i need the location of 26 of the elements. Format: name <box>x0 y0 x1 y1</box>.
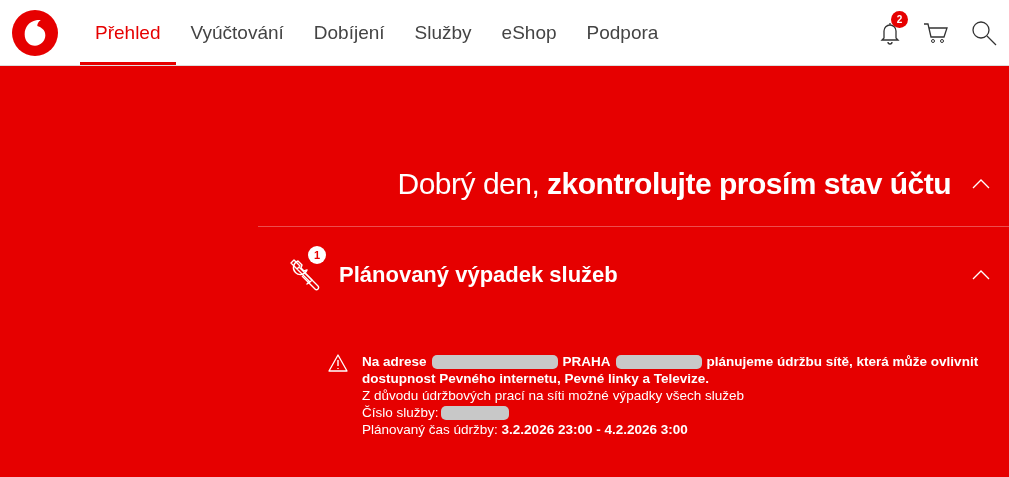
search-icon[interactable] <box>971 19 997 46</box>
chevron-icon[interactable] <box>971 178 991 190</box>
redaction-bar <box>440 405 509 420</box>
notice-text: Z důvodu údržbových prací na síti možné výpadky všech služeb <box>362 387 745 404</box>
nav-tab[interactable]: Dobíjení <box>298 0 400 65</box>
cart-icon[interactable] <box>923 20 949 45</box>
notification-badge: 2 <box>891 10 908 28</box>
chevron-icon[interactable] <box>971 269 991 281</box>
maintenance-time-value: 3.2.2026 23:00 - 4.2.2026 3:00 <box>501 421 688 438</box>
greeting-text: Dobrý den, <box>397 167 540 200</box>
notice-text: plánujeme údržbu sítě, která může ovlivnit <box>706 353 979 370</box>
account-check-heading: zkontrolujte prosím stav účtu <box>547 167 951 200</box>
notice-text: PRAHA <box>562 353 611 370</box>
warning-icon <box>328 354 348 372</box>
logo-icon[interactable] <box>12 9 58 56</box>
notice-text: dostupnost Pevného internetu, Pevné linky a Televize. <box>362 370 710 387</box>
nav-tab[interactable]: Vyúčtování <box>175 0 299 65</box>
outage-heading: Plánovaný výpadek služeb <box>339 262 618 288</box>
nav-tab[interactable]: eShop <box>486 0 572 65</box>
maintenance-time-label: Plánovaný čas údržby: <box>362 421 498 438</box>
count-badge: 1 <box>308 246 326 264</box>
nav-tab[interactable]: Podpora <box>571 0 674 65</box>
nav-tab[interactable]: Služby <box>399 0 487 65</box>
service-number-label: Číslo služby: <box>362 404 439 421</box>
wrench-screwdriver-icon <box>288 258 322 292</box>
notice-text: Na adrese <box>362 353 427 370</box>
